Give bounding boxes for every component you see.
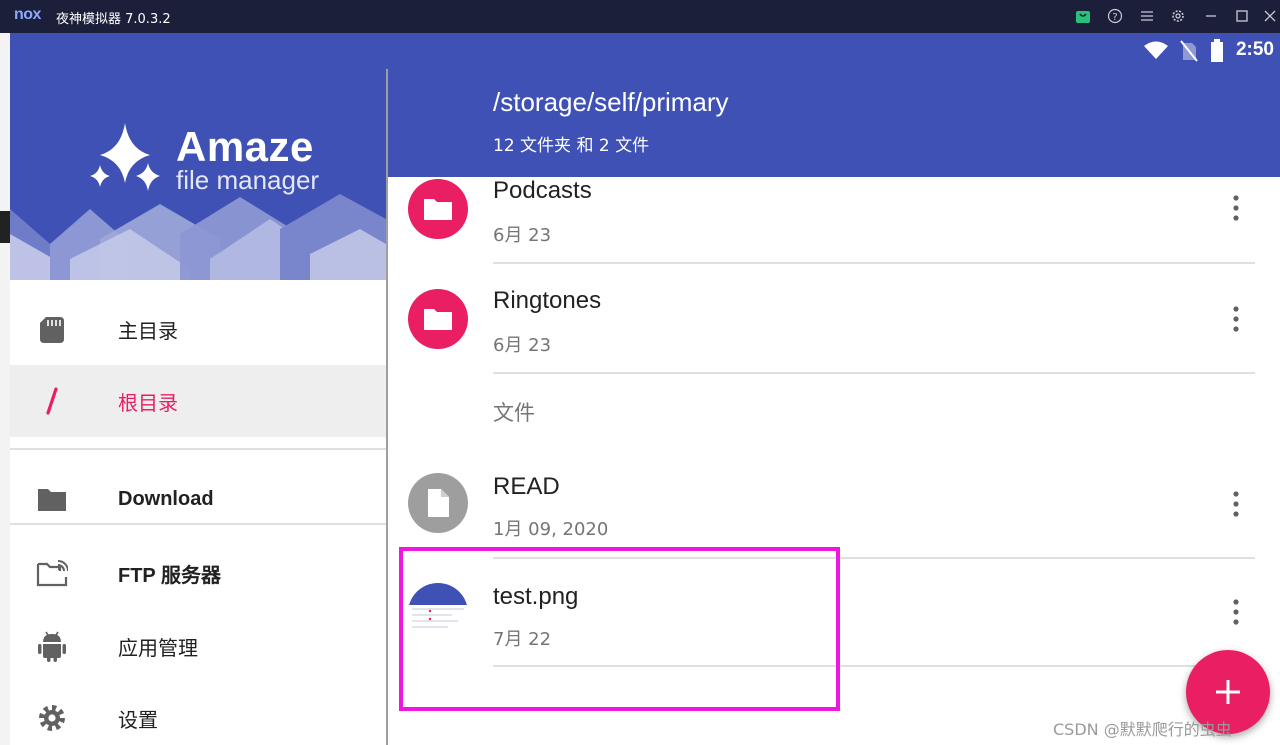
folder-summary: 12 文件夹 和 2 文件 (493, 136, 650, 156)
folder-icon (408, 289, 468, 349)
ftp-folder-icon (36, 560, 68, 587)
status-time: 2:50 (1235, 39, 1274, 60)
settings-icon[interactable] (1167, 5, 1189, 27)
more-options-icon[interactable] (1226, 193, 1246, 223)
menu-icon[interactable] (1136, 5, 1158, 27)
android-status-bar: 2:50 (10, 33, 1280, 69)
drawer-item-label: 根目录 (118, 390, 178, 415)
more-options-icon[interactable] (1226, 489, 1246, 519)
drawer-item-settings[interactable]: 设置 (10, 682, 386, 745)
gear-icon (39, 705, 65, 731)
drawer-item-label: 设置 (118, 707, 158, 732)
navigation-drawer: Amaze file manager 主目录 根目录 Download FTP … (10, 69, 388, 745)
sd-card-icon (40, 317, 64, 343)
emulator-title-bar: nox 夜神模拟器 7.0.3.2 ? (0, 0, 1280, 33)
list-item-folder[interactable]: Ringtones 6月 23 (388, 269, 1280, 379)
more-options-icon[interactable] (1226, 597, 1246, 627)
files-section-header: 文件 (493, 401, 535, 425)
brand-title: Amaze (176, 123, 314, 170)
more-options-icon[interactable] (1226, 304, 1246, 334)
drawer-divider (10, 448, 386, 450)
bag-icon[interactable] (1072, 5, 1094, 27)
item-name: READ (493, 473, 560, 500)
emulator-title: 夜神模拟器 7.0.3.2 (56, 12, 171, 27)
drawer-item-app-manager[interactable]: 应用管理 (10, 610, 386, 682)
app-bar: /storage/self/primary 12 文件夹 和 2 文件 (388, 69, 1280, 177)
file-icon (408, 473, 468, 533)
item-date: 6月 23 (493, 335, 552, 356)
close-icon[interactable] (1259, 5, 1280, 27)
plus-icon (1216, 680, 1240, 704)
drawer-item-label: 应用管理 (118, 635, 198, 660)
wifi-icon (1144, 41, 1168, 59)
maximize-icon[interactable] (1231, 5, 1253, 27)
watermark: CSDN @默默爬行的虫虫 (1053, 720, 1232, 739)
item-date: 1月 09, 2020 (493, 519, 609, 540)
nox-logo: nox (14, 6, 41, 23)
drawer-item-label: FTP 服务器 (118, 564, 221, 587)
drawer-item-root[interactable]: 根目录 (10, 365, 386, 437)
drawer-header: Amaze file manager (10, 69, 386, 280)
slash-icon (46, 387, 58, 415)
help-icon[interactable]: ? (1104, 5, 1126, 27)
svg-text:?: ? (1112, 12, 1117, 23)
folder-icon (38, 489, 66, 511)
item-name: Ringtones (493, 287, 602, 314)
android-icon (38, 631, 66, 662)
current-path: /storage/self/primary (493, 87, 729, 117)
drawer-item-home[interactable]: 主目录 (10, 293, 386, 365)
drawer-divider (10, 523, 386, 525)
list-item-folder[interactable]: Podcasts 6月 23 (388, 177, 1280, 267)
drawer-item-ftp[interactable]: FTP 服务器 (10, 537, 386, 609)
highlight-box (399, 547, 840, 711)
item-name: Podcasts (493, 177, 592, 204)
item-date: 6月 23 (493, 225, 552, 246)
drawer-item-label: 主目录 (118, 318, 178, 343)
minimize-icon[interactable] (1200, 5, 1222, 27)
battery-icon (1211, 39, 1223, 62)
brand-subtitle: file manager (176, 165, 320, 195)
folder-icon (408, 179, 468, 239)
no-sim-icon (1180, 40, 1198, 62)
sparkle-logo-icon (90, 123, 160, 191)
